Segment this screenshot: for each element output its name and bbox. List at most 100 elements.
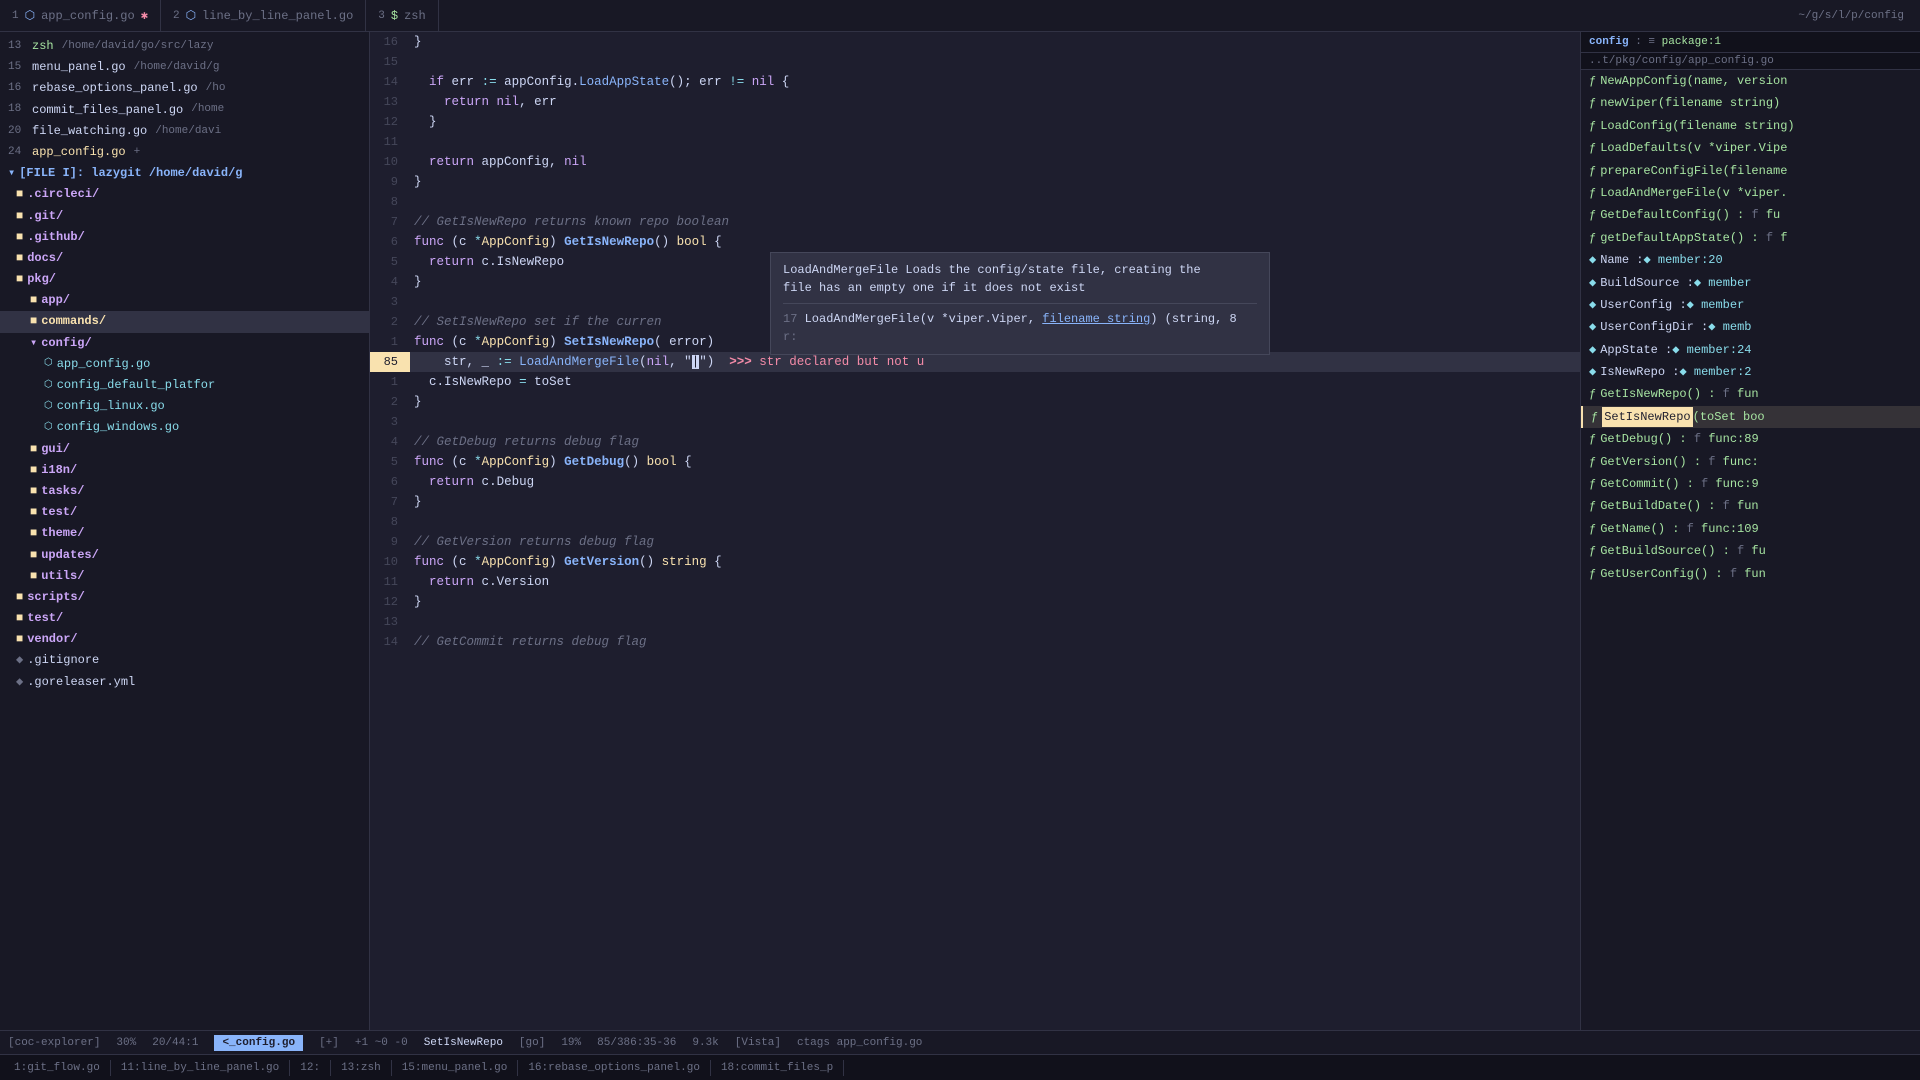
sidebar-vendor[interactable]: ■ vendor/ [0, 629, 369, 650]
outline-package: package:1 [1662, 36, 1721, 48]
tab-1-modified: ✱ [141, 8, 148, 23]
sidebar-test[interactable]: ■ test/ [0, 608, 369, 629]
tab-1-label: app_config.go [41, 9, 135, 23]
func-icon-4: ƒ [1589, 138, 1596, 158]
status-percent: 30% [116, 1037, 136, 1049]
outline-UserConfig[interactable]: ◆ UserConfig : ◆ member [1581, 294, 1920, 316]
tooltip-line2: file has an empty one if it does not exi… [783, 279, 1257, 297]
code-line-10: 10 return appConfig, nil [370, 152, 1580, 172]
outline-GetDefaultConfig[interactable]: ƒ GetDefaultConfig() : f fu [1581, 204, 1920, 226]
tab-2[interactable]: 2 ⬡ line_by_line_panel.go [161, 0, 366, 31]
sidebar-file-20[interactable]: 20 file_watching.go /home/davi [0, 121, 369, 142]
sidebar-utils[interactable]: ■ utils/ [0, 566, 369, 587]
outline-GetDebug[interactable]: ƒ GetDebug() : f func:89 [1581, 428, 1920, 450]
outline-GetCommit[interactable]: ƒ GetCommit() : f func:9 [1581, 473, 1920, 495]
sidebar-gui[interactable]: ■ gui/ [0, 439, 369, 460]
bottom-tab-4[interactable]: 13:zsh [331, 1060, 392, 1076]
sidebar-test-pkg[interactable]: ■ test/ [0, 502, 369, 523]
code-line-12: 12 } [370, 112, 1580, 132]
outline-GetIsNewRepo[interactable]: ƒ GetIsNewRepo() : f fun [1581, 383, 1920, 405]
tooltip-line1: LoadAndMergeFile Loads the config/state … [783, 261, 1257, 279]
sidebar-config-default[interactable]: ⬡ config_default_platfor [0, 375, 369, 396]
outline-Name[interactable]: ◆ Name : ◆ member:20 [1581, 249, 1920, 271]
outline-panel: config : ≡ package:1 ..t/pkg/config/app_… [1580, 32, 1920, 1030]
sidebar-i18n[interactable]: ■ i18n/ [0, 460, 369, 481]
code-line-4b: 4 // GetDebug returns debug flag [370, 432, 1580, 452]
code-line-6b: 6 return c.Debug [370, 472, 1580, 492]
editor-area: 16 } 15 14 if err := appConfig.LoadAppSt… [370, 32, 1920, 1030]
tab-1[interactable]: 1 ⬡ app_config.go ✱ [0, 0, 161, 31]
status-line-col: 85/386:35-36 [597, 1037, 676, 1049]
outline-LoadConfig[interactable]: ƒ LoadConfig(filename string) [1581, 115, 1920, 137]
sidebar-file-18[interactable]: 18 commit_files_panel.go /home [0, 100, 369, 121]
outline-IsNewRepo[interactable]: ◆ IsNewRepo : ◆ member:2 [1581, 361, 1920, 383]
sidebar-file-15[interactable]: 15 menu_panel.go /home/david/g [0, 57, 369, 78]
dot2-icon: ◆ [16, 673, 23, 692]
sidebar-pkg[interactable]: ■ pkg/ [0, 269, 369, 290]
sidebar-app[interactable]: ■ app/ [0, 290, 369, 311]
outline-newViper[interactable]: ƒ newViper(filename string) [1581, 92, 1920, 114]
outline-GetVersion[interactable]: ƒ GetVersion() : f func: [1581, 451, 1920, 473]
outline-header: config : ≡ package:1 [1581, 32, 1920, 53]
sidebar-file-13[interactable]: 13 zsh /home/david/go/src/lazy [0, 36, 369, 57]
bottom-tab-3[interactable]: 12: [290, 1060, 331, 1076]
outline-NewAppConfig[interactable]: ƒ NewAppConfig(name, version [1581, 70, 1920, 92]
sidebar-updates[interactable]: ■ updates/ [0, 545, 369, 566]
func-icon-8: ƒ [1589, 228, 1596, 248]
sidebar-config-linux[interactable]: ⬡ config_linux.go [0, 396, 369, 417]
outline-prepareConfigFile[interactable]: ƒ prepareConfigFile(filename [1581, 160, 1920, 182]
sidebar-file-16[interactable]: 16 rebase_options_panel.go /ho [0, 78, 369, 99]
status-bar: [coc-explorer] 30% 20/44:1 <_config.go [… [0, 1030, 1920, 1054]
func-icon-17: ƒ [1589, 564, 1596, 584]
bottom-tab-1[interactable]: 1:git_flow.go [4, 1060, 111, 1076]
bottom-tab-7-label: 18:commit_files_p [721, 1062, 833, 1074]
outline-GetUserConfig[interactable]: ƒ GetUserConfig() : f fun [1581, 563, 1920, 585]
code-line-3b: 3 [370, 412, 1580, 432]
bottom-tab-7[interactable]: 18:commit_files_p [711, 1060, 844, 1076]
code-panel[interactable]: 16 } 15 14 if err := appConfig.LoadAppSt… [370, 32, 1580, 1030]
bottom-tab-5-label: 15:menu_panel.go [402, 1062, 508, 1074]
code-line-5b: 5 func (c *AppConfig) GetDebug() bool { [370, 452, 1580, 472]
outline-AppState[interactable]: ◆ AppState : ◆ member:24 [1581, 339, 1920, 361]
outline-GetBuildDate[interactable]: ƒ GetBuildDate() : f fun [1581, 495, 1920, 517]
sidebar-scripts[interactable]: ■ scripts/ [0, 587, 369, 608]
sidebar-goreleaser[interactable]: ◆ .goreleaser.yml [0, 672, 369, 693]
outline-getDefaultAppState[interactable]: ƒ getDefaultAppState() : f f [1581, 227, 1920, 249]
sidebar-gitignore[interactable]: ◆ .gitignore [0, 650, 369, 671]
bottom-tab-2[interactable]: 11:line_by_line_panel.go [111, 1060, 290, 1076]
code-line-11: 11 [370, 132, 1580, 152]
func-icon-13: ƒ [1589, 474, 1596, 494]
outline-BuildSource[interactable]: ◆ BuildSource : ◆ member [1581, 272, 1920, 294]
outline-SetIsNewRepo[interactable]: ƒ SetIsNewRepo(toSet boo [1581, 406, 1920, 428]
code-line-6: 6 func (c *AppConfig) GetIsNewRepo() boo… [370, 232, 1580, 252]
bottom-tab-6[interactable]: 16:rebase_options_panel.go [518, 1060, 711, 1076]
sidebar-file-24[interactable]: 24 app_config.go + [0, 142, 369, 163]
sidebar-header-label: [FILE I]: lazygit /home/david/g [19, 164, 242, 183]
code-line-7b: 7 } [370, 492, 1580, 512]
sidebar-docs[interactable]: ■ docs/ [0, 248, 369, 269]
outline-LoadDefaults[interactable]: ƒ LoadDefaults(v *viper.Vipe [1581, 137, 1920, 159]
bottom-tab-5[interactable]: 15:menu_panel.go [392, 1060, 519, 1076]
code-line-14b: 14 // GetCommit returns debug flag [370, 632, 1580, 652]
outline-LoadAndMergeFile[interactable]: ƒ LoadAndMergeFile(v *viper. [1581, 182, 1920, 204]
sidebar-theme[interactable]: ■ theme/ [0, 523, 369, 544]
sidebar-app-config[interactable]: ⬡ app_config.go [0, 354, 369, 375]
outline-UserConfigDir[interactable]: ◆ UserConfigDir : ◆ memb [1581, 316, 1920, 338]
code-line-10b: 10 func (c *AppConfig) GetVersion() stri… [370, 552, 1580, 572]
func-icon-6: ƒ [1589, 183, 1596, 203]
code-line-7: 7 // GetIsNewRepo returns known repo boo… [370, 212, 1580, 232]
sidebar-commands[interactable]: ■ commands/ [0, 311, 369, 332]
sidebar-config[interactable]: ▾ config/ [0, 333, 369, 354]
outline-GetName[interactable]: ƒ GetName() : f func:109 [1581, 518, 1920, 540]
status-file-tab: <_config.go [214, 1035, 303, 1051]
code-line-8: 8 [370, 192, 1580, 212]
sidebar-github[interactable]: ■ .github/ [0, 227, 369, 248]
outline-GetBuildSource[interactable]: ƒ GetBuildSource() : f fu [1581, 540, 1920, 562]
sidebar-circleci[interactable]: ■ .circleci/ [0, 184, 369, 205]
sidebar-config-windows[interactable]: ⬡ config_windows.go [0, 417, 369, 438]
tab-3[interactable]: 3 $ zsh [366, 0, 438, 31]
sidebar-tasks[interactable]: ■ tasks/ [0, 481, 369, 502]
tooltip-popup: LoadAndMergeFile Loads the config/state … [770, 252, 1270, 355]
code-line-11b: 11 return c.Version [370, 572, 1580, 592]
sidebar-git[interactable]: ■ .git/ [0, 206, 369, 227]
